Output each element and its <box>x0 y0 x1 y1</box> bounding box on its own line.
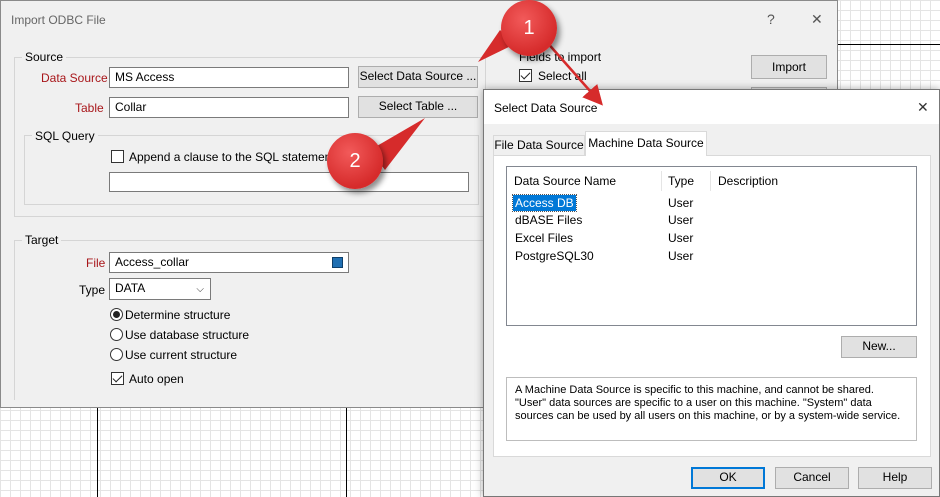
tab-machine-label: Machine Data Source <box>588 136 704 150</box>
tab-machine-data-source[interactable]: Machine Data Source <box>585 131 707 156</box>
callout-1-arrow <box>544 39 603 106</box>
callout-arrows <box>370 30 603 170</box>
callout-badge-1: 1 <box>501 0 557 56</box>
callout-badge-2: 2 <box>327 133 383 189</box>
